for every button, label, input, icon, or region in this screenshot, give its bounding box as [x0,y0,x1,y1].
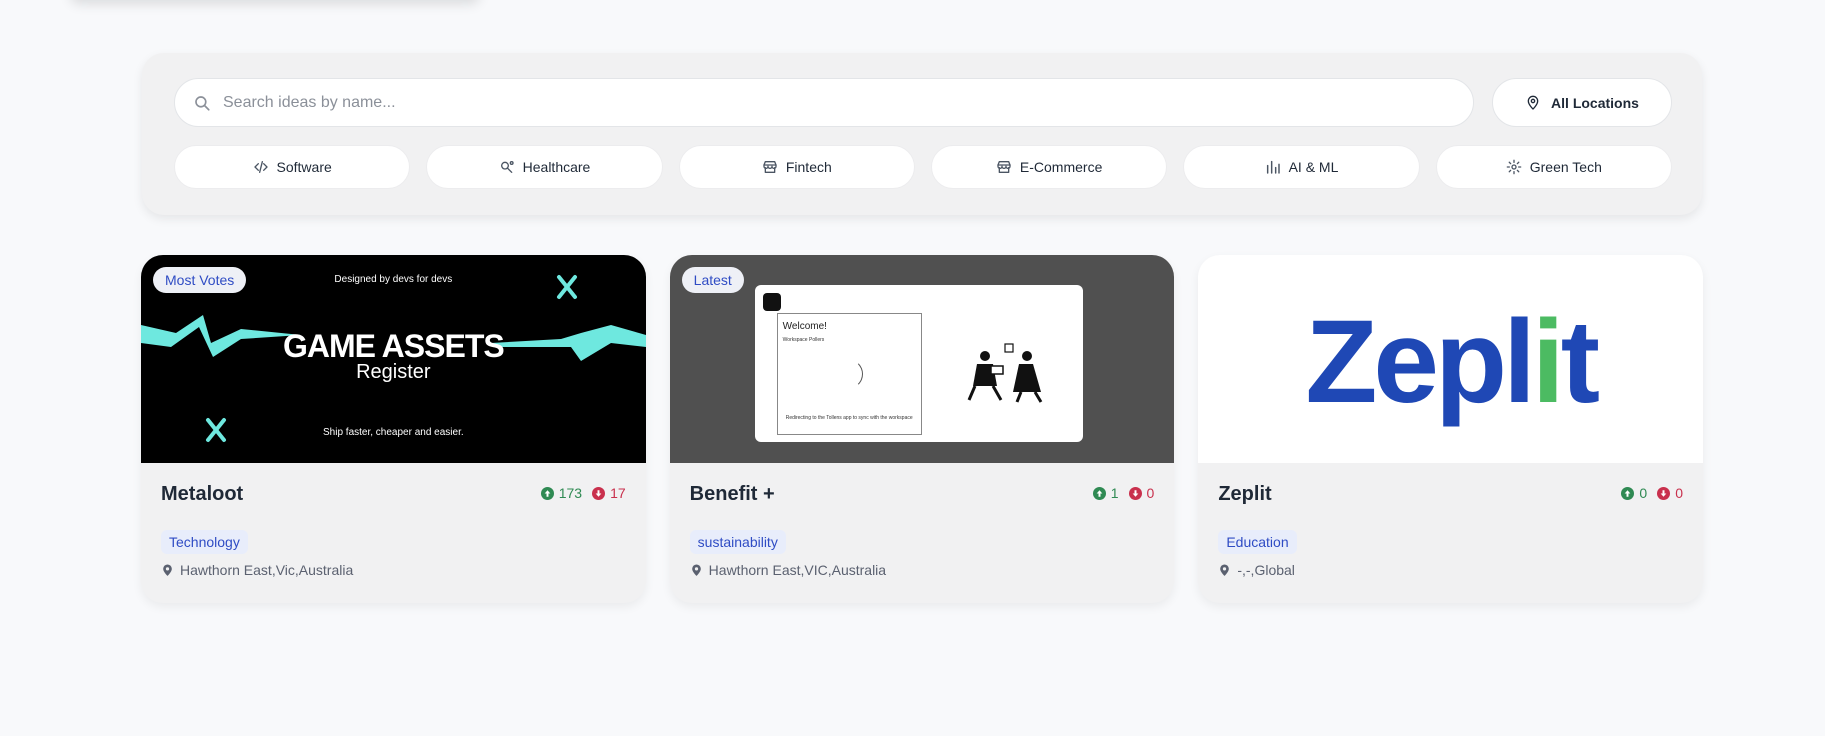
category-label: Green Tech [1529,159,1602,175]
idea-card-zeplit[interactable]: Zeplit Zeplit 0 0 Education -,-,Global [1198,255,1704,603]
map-pin-icon [1527,95,1539,110]
card-body: Benefit + 1 0 sustainability Hawthorn Ea… [670,463,1175,603]
image-tagline-bottom: Ship faster, cheaper and easier. [323,427,464,438]
bar-chart-icon [1266,160,1280,174]
card-image: Designed by devs for devs GAME ASSETS Re… [141,255,646,463]
downvote-button[interactable]: 0 [1128,485,1155,501]
logo-part: Zepl [1305,296,1536,428]
logo-part: t [1560,296,1600,428]
app-note-text: Redirecting to the Tollens app to sync w… [785,415,913,421]
category-fintech-button[interactable]: Fintech [678,145,915,189]
map-pin-icon [691,564,701,576]
zeplit-logo: Zeplit [1305,303,1600,421]
arrow-up-circle-icon [1092,486,1106,500]
category-green-tech-button[interactable]: Green Tech [1435,145,1672,189]
category-healthcare-button[interactable]: Healthcare [426,145,663,189]
card-title: Benefit + [689,483,775,505]
vote-counts: 173 17 [540,485,626,501]
upvote-count: 173 [558,485,583,501]
image-title: GAME ASSETS [282,328,505,364]
location-text: -,-,Global [1237,562,1295,578]
upvote-button[interactable]: 0 [1621,485,1647,501]
map-pin-icon [1220,564,1230,576]
card-body: Metaloot 173 17 Technology Hawthorn East… [141,463,646,603]
app-workspace-text: Workspace Pollers [782,337,825,343]
gear-icon [1506,159,1522,175]
card-location: Hawthorn East,VIC,Australia [690,562,1155,578]
idea-card-benefit-plus[interactable]: Welcome! Workspace Pollers Redirecting t… [669,255,1175,603]
location-filter-label: All Locations [1551,94,1639,111]
arrow-up-circle-icon [540,486,554,500]
arrow-down-circle-icon [1657,486,1671,500]
category-label: Fintech [785,159,832,175]
category-software-button[interactable]: Software [174,145,411,189]
location-filter-button[interactable]: All Locations [1492,78,1672,127]
app-logo-icon [762,293,781,311]
location-text: Hawthorn East,Vic,Australia [180,562,354,578]
upvote-button[interactable]: 173 [540,485,583,501]
arrow-down-circle-icon [1128,486,1142,500]
code-icon [253,161,268,173]
downvote-button[interactable]: 17 [592,485,626,501]
category-label: E-Commerce [1019,159,1103,175]
category-label: Healthcare [522,159,591,175]
category-label: Software [276,159,332,175]
card-body: Zeplit 0 0 Education -,-,Global [1198,463,1703,603]
category-tag: Technology [161,530,248,554]
card-badge: Latest [681,267,744,293]
downvote-button[interactable]: 0 [1657,485,1683,501]
idea-cards-grid: Designed by devs for devs GAME ASSETS Re… [141,255,1704,603]
store-icon [997,161,1011,173]
category-ecommerce-button[interactable]: E-Commerce [930,145,1168,189]
card-title: Zeplit [1218,483,1272,505]
downvote-count: 0 [1146,485,1155,501]
category-filters: Software Healthcare Fintech E-Commerce A… [174,145,1672,189]
filter-panel: All Locations Software Healthcare Fintec… [142,53,1702,215]
search-box[interactable] [174,78,1474,127]
logo-part-green: i [1531,296,1565,428]
location-text: Hawthorn East,VIC,Australia [708,562,887,578]
card-location: -,-,Global [1218,562,1683,578]
people-illustration [967,343,1042,403]
downvote-count: 17 [610,485,626,501]
upvote-button[interactable]: 1 [1092,485,1119,501]
card-location: Hawthorn East,Vic,Australia [161,562,626,578]
vote-counts: 0 0 [1621,485,1683,501]
idea-card-metaloot[interactable]: Designed by devs for devs GAME ASSETS Re… [141,255,646,603]
category-tag: Education [1218,530,1297,554]
arrow-down-circle-icon [592,486,606,500]
loading-spinner-icon [833,359,863,389]
downvote-count: 0 [1675,485,1684,501]
upvote-count: 0 [1639,485,1648,501]
vote-counts: 1 0 [1092,485,1155,501]
card-image: Welcome! Workspace Pollers Redirecting t… [669,255,1175,463]
map-pin-icon [163,564,172,576]
stethoscope-icon [500,161,514,173]
card-image: Zeplit [1198,255,1704,463]
card-badge: Most Votes [153,267,247,293]
arrow-up-circle-icon [1621,486,1635,500]
upvote-count: 1 [1110,485,1119,501]
image-subtitle: Register [356,361,431,383]
app-screenshot-modal: Welcome! Workspace Pollers Redirecting t… [754,285,1083,442]
app-welcome-text: Welcome! [782,321,827,332]
category-label: AI & ML [1288,159,1339,175]
store-icon [763,161,777,173]
search-icon [195,95,210,111]
category-tag: sustainability [689,530,786,554]
category-ai-ml-button[interactable]: AI & ML [1183,145,1420,189]
search-input[interactable] [223,93,1423,112]
